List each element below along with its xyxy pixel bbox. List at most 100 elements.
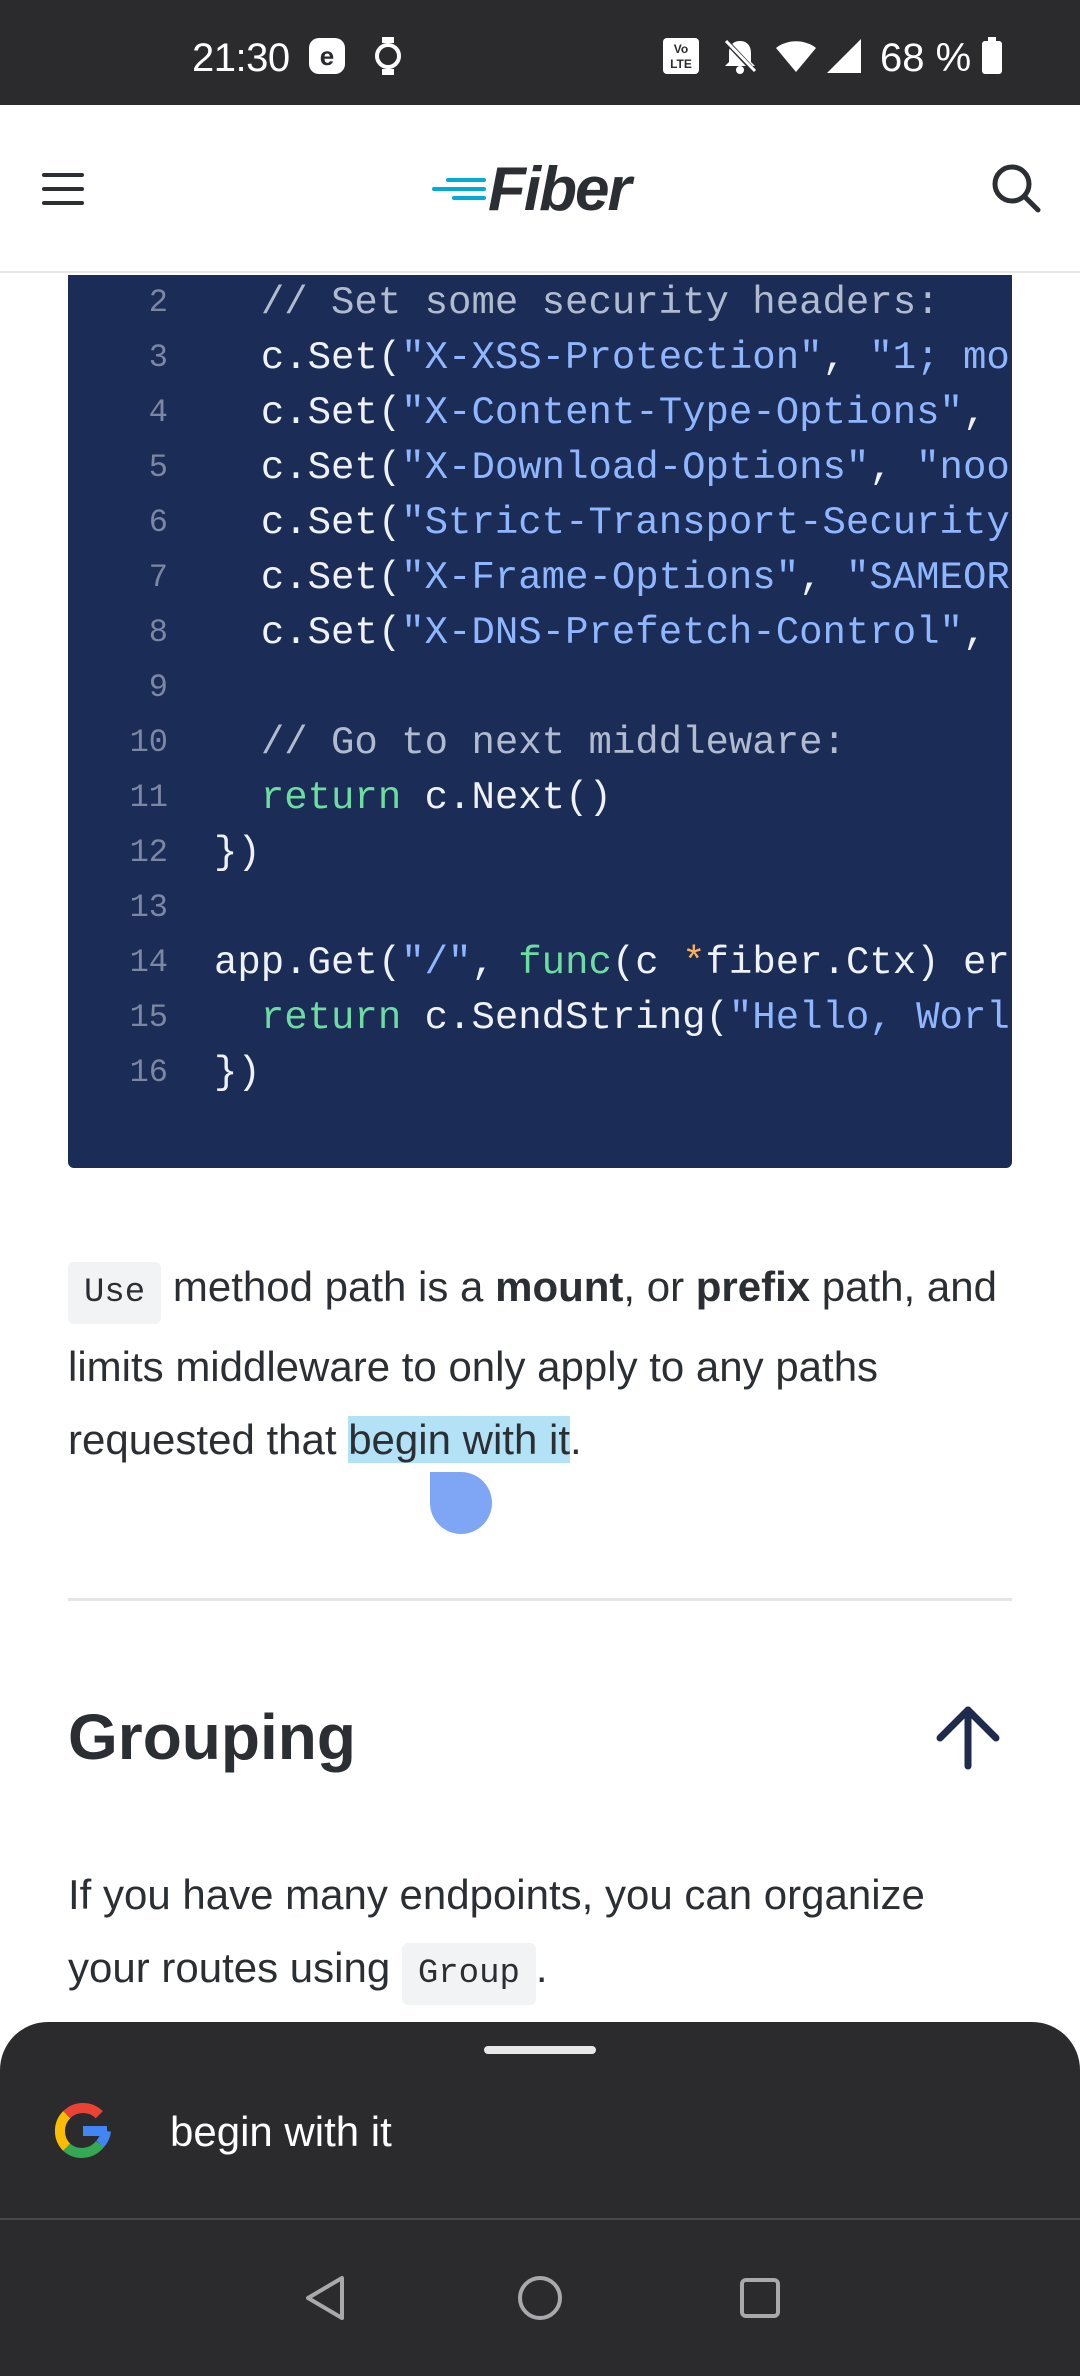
code-token: c.Set(	[260, 390, 402, 435]
code-token: ,	[869, 445, 917, 490]
svg-text:Vo: Vo	[674, 42, 688, 56]
code-line: 4 c.Set("X-Content-Type-Options",	[68, 385, 987, 440]
logo-text: Fiber	[488, 154, 632, 224]
code-token: "noo	[916, 445, 1010, 490]
arrow-up-icon[interactable]	[930, 1700, 1006, 1776]
line-number: 10	[129, 724, 168, 761]
code-line: 9	[68, 660, 214, 715]
selection-handle[interactable]	[430, 1472, 492, 1534]
line-number: 2	[148, 284, 168, 321]
text-segment: .	[535, 1944, 548, 1991]
code-line: 12})	[68, 825, 261, 880]
code-token: "/"	[401, 940, 472, 985]
code-line: 14 app.Get("/", func(c *fiber.Ctx) er	[68, 935, 1010, 990]
status-bar: 21:30 e Vo LTE 68 %	[0, 0, 1080, 105]
line-number: 13	[129, 889, 168, 926]
code-block[interactable]: 2 // Set some security headers: 3 c.Set("…	[68, 275, 1012, 1168]
code-token: ,	[799, 555, 846, 600]
fiber-logo[interactable]: Fiber	[432, 149, 632, 229]
code-line: 13	[68, 880, 214, 935]
recents-icon[interactable]	[732, 2270, 788, 2326]
grouping-paragraph: If you have many endpoints, you can orga…	[68, 1858, 1012, 2011]
code-token: ,	[962, 610, 987, 655]
code-line: 6 c.Set("Strict-Transport-Security	[68, 495, 1010, 550]
code-token: "X-XSS-Protection"	[401, 335, 823, 380]
code-line: 16})	[68, 1045, 261, 1100]
line-number: 15	[129, 999, 168, 1036]
code-text: c.Set("X-DNS-Prefetch-Control",	[214, 610, 987, 655]
line-number: 3	[148, 339, 168, 376]
code-token: c.Set(	[260, 445, 402, 490]
line-number: 5	[148, 449, 168, 486]
code-token: *	[682, 940, 706, 985]
home-icon[interactable]	[512, 2270, 568, 2326]
code-text: return c.SendString("Hello, Worl	[214, 996, 1010, 1040]
text-segment: , or	[623, 1263, 696, 1310]
line-number: 16	[129, 1054, 168, 1091]
code-line: 3 c.Set("X-XSS-Protection", "1; mo	[68, 330, 1010, 385]
use-description-paragraph: Use method path is a mount, or prefix pa…	[68, 1250, 1012, 1476]
search-suggestion-sheet[interactable]: begin with it	[0, 2022, 1080, 2220]
volte-icon: Vo LTE	[662, 36, 700, 76]
line-number: 6	[148, 504, 168, 541]
e-badge-icon: e	[306, 36, 348, 76]
code-line: 8 c.Set("X-DNS-Prefetch-Control",	[68, 605, 987, 660]
code-text: // Go to next middleware:	[214, 721, 846, 765]
battery-icon	[980, 36, 1004, 76]
code-line: 11 return c.Next()	[68, 770, 612, 825]
code-token: // Set some security headers:	[260, 280, 940, 325]
code-text: c.Set("X-XSS-Protection", "1; mo	[214, 336, 1010, 380]
google-g-icon	[52, 2100, 114, 2162]
section-title: Grouping	[68, 1701, 356, 1773]
code-token: "X-Content-Type-Options"	[401, 390, 963, 435]
code-line: 7 c.Set("X-Frame-Options", "SAMEOR	[68, 550, 1010, 605]
code-token: fiber.Ctx) er	[705, 940, 1010, 985]
code-text: c.Set("X-Download-Options", "noo	[214, 446, 1010, 490]
wifi-icon	[774, 36, 818, 76]
code-token: ,	[471, 940, 519, 985]
code-token: ,	[822, 335, 870, 380]
sheet-drag-handle[interactable]	[484, 2046, 596, 2054]
code-text: c.Set("X-Content-Type-Options",	[214, 390, 987, 435]
code-text: c.Set("X-Frame-Options", "SAMEOR	[214, 556, 1010, 600]
code-token: "SAMEOR	[845, 555, 1010, 600]
code-line: 2 // Set some security headers:	[68, 275, 940, 330]
code-token: "Strict-Transport-Security	[401, 500, 1010, 545]
selected-text[interactable]: begin with it	[348, 1416, 570, 1463]
code-token: })	[214, 830, 261, 875]
inline-code-group: Group	[401, 1943, 536, 2005]
inline-code-use: Use	[68, 1262, 162, 1324]
search-icon[interactable]	[988, 160, 1044, 216]
code-token: c.Set(	[260, 555, 402, 600]
code-token: app.Get(	[214, 940, 402, 985]
back-icon[interactable]	[298, 2270, 354, 2326]
line-number: 4	[148, 394, 168, 431]
watch-icon	[370, 36, 406, 76]
code-token: func	[518, 940, 612, 985]
code-token: "X-Frame-Options"	[401, 555, 800, 600]
code-line: 10 // Go to next middleware:	[68, 715, 846, 770]
svg-text:LTE: LTE	[670, 57, 692, 71]
code-token: c.Next()	[401, 775, 612, 820]
text-segment: .	[570, 1416, 582, 1463]
code-token: "1; mo	[869, 335, 1010, 380]
bold-mount: mount	[495, 1263, 624, 1310]
line-number: 11	[129, 779, 168, 816]
code-text: app.Get("/", func(c *fiber.Ctx) er	[214, 941, 1010, 985]
hamburger-menu-icon[interactable]	[40, 165, 90, 215]
signal-icon	[824, 36, 864, 76]
battery-percent: 68 %	[880, 36, 972, 80]
search-query-text[interactable]: begin with it	[170, 2108, 392, 2156]
section-divider	[68, 1598, 1012, 1601]
code-token: c.Set(	[260, 610, 402, 655]
code-text: })	[214, 1051, 261, 1095]
code-token: c.Set(	[260, 335, 402, 380]
